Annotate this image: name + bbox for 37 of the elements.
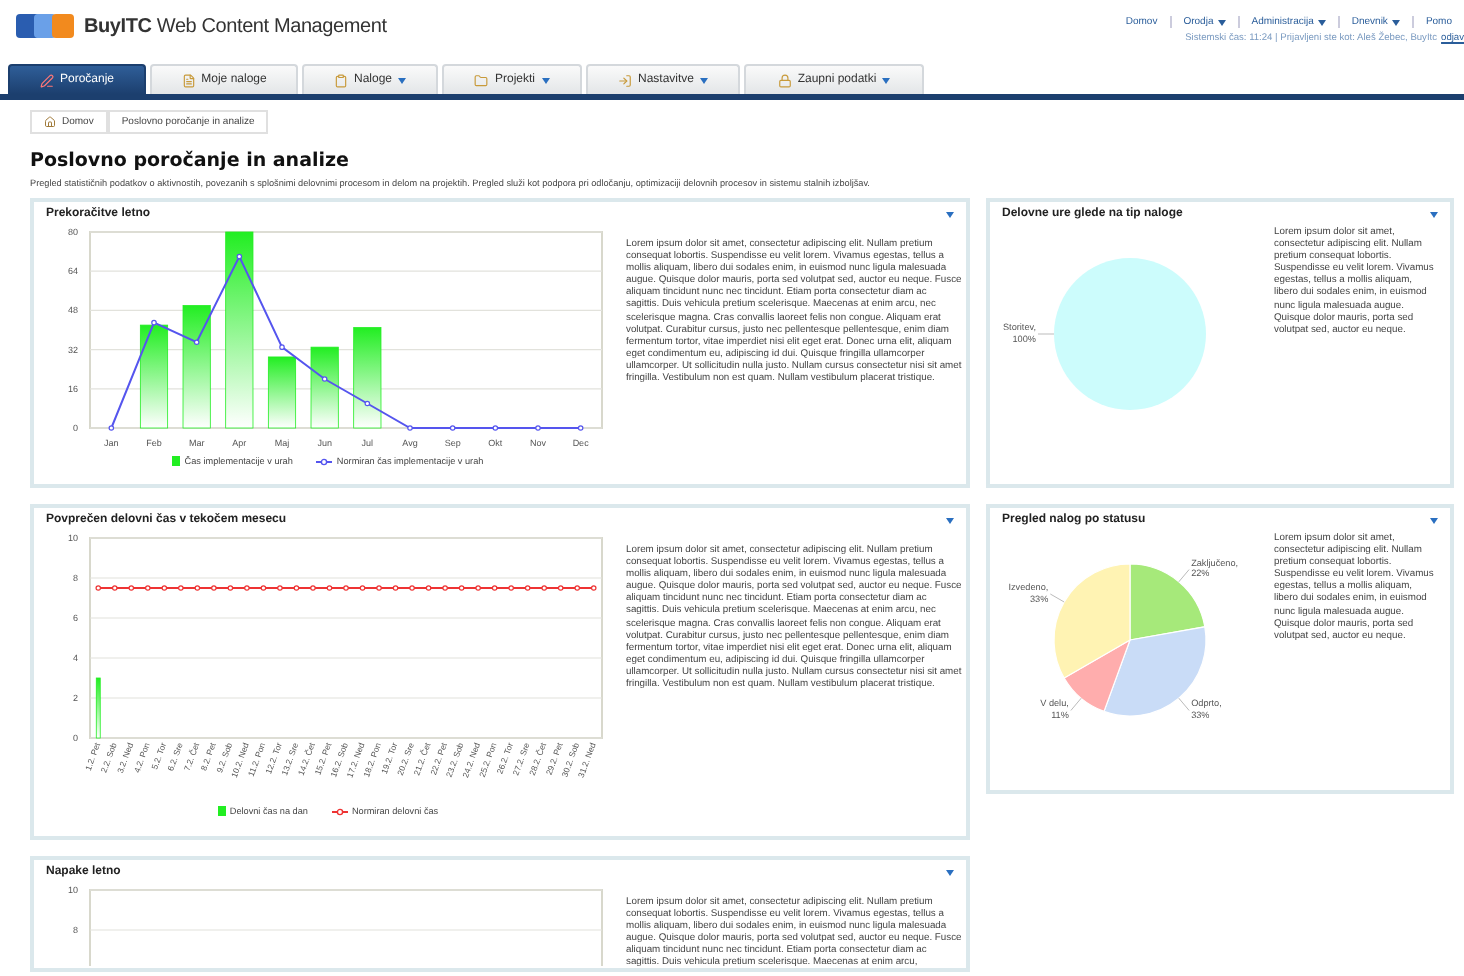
chart-bar (182, 305, 211, 429)
caret-icon[interactable] (1217, 19, 1226, 25)
caret-icon[interactable] (882, 77, 891, 83)
caret-icon[interactable] (1391, 19, 1400, 25)
caret-icon[interactable] (1317, 19, 1326, 25)
leader-line (1178, 569, 1190, 583)
leader-line (1037, 333, 1055, 335)
chart-bar (139, 324, 169, 429)
chart-bar (310, 346, 339, 429)
home-icon (44, 116, 56, 128)
page-title: Poslovno poročanje in analize (30, 150, 351, 172)
chart-bar (95, 677, 101, 739)
chart-bar (267, 356, 297, 429)
lock-icon (777, 73, 792, 87)
chart-bar (353, 327, 382, 429)
caret-icon[interactable] (1430, 517, 1438, 523)
caret-icon[interactable] (398, 77, 406, 83)
caret-icon[interactable] (700, 77, 708, 83)
clipboard-icon (333, 73, 348, 87)
leader-line (1070, 697, 1082, 711)
document-icon (181, 73, 196, 87)
folder-icon (474, 73, 489, 87)
pen-icon (39, 73, 54, 87)
app-title: BuyITC Web Content Management (84, 15, 387, 37)
legend-line-icon (316, 457, 333, 465)
caret-icon[interactable] (541, 77, 549, 83)
leader-line (1049, 593, 1065, 603)
legend-bar-icon (217, 806, 226, 816)
caret-icon[interactable] (946, 211, 954, 217)
caret-icon[interactable] (946, 517, 954, 523)
logo-icon (16, 12, 76, 40)
caret-icon[interactable] (946, 869, 954, 875)
leader-line (1178, 697, 1190, 711)
caret-icon[interactable] (1430, 211, 1438, 217)
legend-line-icon (331, 807, 348, 815)
legend-bar-icon (172, 456, 181, 466)
door-icon (617, 73, 632, 87)
